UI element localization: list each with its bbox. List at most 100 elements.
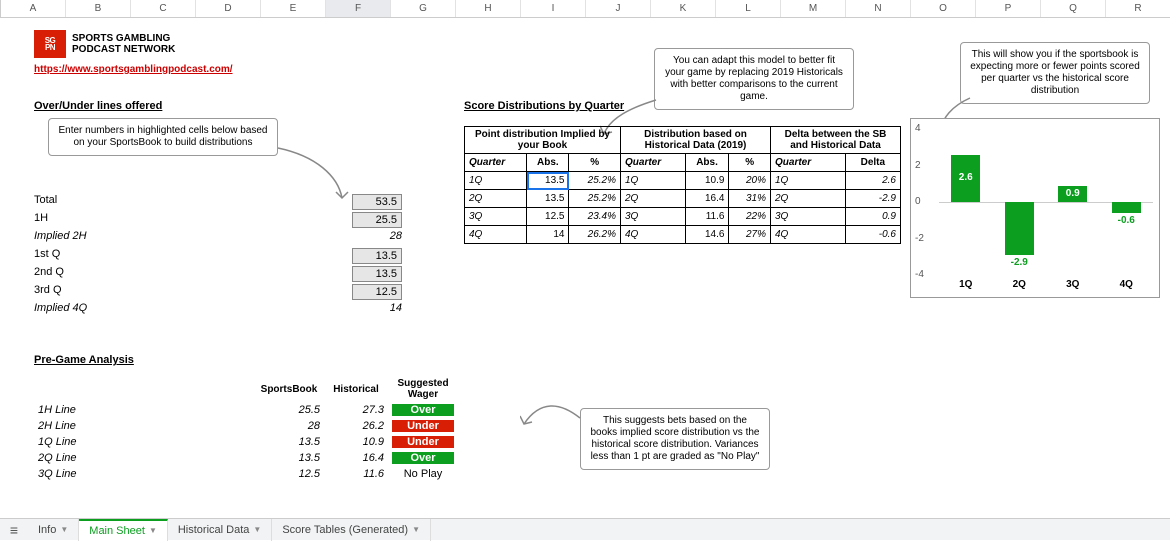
- col-abs-2: Abs.: [685, 154, 729, 172]
- x-category: 1Q: [939, 279, 993, 290]
- y-tick: 2: [915, 160, 921, 171]
- input-label: Implied 2H: [34, 230, 87, 242]
- pregame-row[interactable]: 1H Line25.527.3Over: [34, 402, 458, 418]
- input-cell[interactable]: 13.5: [352, 248, 402, 264]
- menu-icon[interactable]: ≡: [0, 522, 28, 538]
- brand-logo: SG PN SPORTS GAMBLING PODCAST NETWORK: [34, 30, 175, 58]
- input-cell[interactable]: 25.5: [352, 212, 402, 228]
- y-tick: 0: [915, 196, 921, 207]
- col-header-Q[interactable]: Q: [1041, 0, 1106, 17]
- pregame-row[interactable]: 2Q Line13.516.4Over: [34, 450, 458, 466]
- heading-pregame: Pre-Game Analysis: [34, 354, 134, 366]
- col-header-K[interactable]: K: [651, 0, 716, 17]
- logo-line2: PODCAST NETWORK: [72, 44, 175, 55]
- col-pct-1: %: [569, 154, 621, 172]
- col-header-I[interactable]: I: [521, 0, 586, 17]
- col-quarter-2: Quarter: [621, 154, 686, 172]
- bar-value-label: -2.9: [999, 257, 1040, 268]
- col-header-F[interactable]: F: [326, 0, 391, 17]
- logo-icon: SG PN: [34, 30, 66, 58]
- tab-caret-icon[interactable]: ▼: [253, 525, 261, 534]
- col-header-L[interactable]: L: [716, 0, 781, 17]
- col-delta: Delta: [845, 154, 900, 172]
- sheet-tab[interactable]: Historical Data ▼: [168, 519, 272, 541]
- pregame-row[interactable]: 2H Line2826.2Under: [34, 418, 458, 434]
- input-cell[interactable]: 12.5: [352, 284, 402, 300]
- chart-bar: [1112, 202, 1141, 213]
- dist-header-book: Point distribution Implied by your Book: [465, 127, 621, 154]
- computed-cell: 14: [352, 302, 402, 314]
- site-url-link[interactable]: https://www.sportsgamblingpodcast.com/: [34, 64, 233, 75]
- y-tick: -2: [915, 233, 924, 244]
- chart-bar: [1005, 202, 1034, 255]
- x-category: 4Q: [1100, 279, 1154, 290]
- tab-caret-icon[interactable]: ▼: [149, 526, 157, 535]
- input-label: 3rd Q: [34, 284, 62, 296]
- sheet-tab[interactable]: Score Tables (Generated) ▼: [272, 519, 431, 541]
- arrow-bottom-icon: [520, 394, 584, 434]
- computed-cell: 28: [352, 230, 402, 242]
- dist-row[interactable]: 2Q13.525.2%2Q16.431%2Q-2.9: [465, 190, 901, 208]
- input-label: Total: [34, 194, 57, 206]
- input-label: 2nd Q: [34, 266, 64, 278]
- col-header-R[interactable]: R: [1106, 0, 1170, 17]
- input-label: Implied 4Q: [34, 302, 87, 314]
- dist-row[interactable]: 4Q1426.2%4Q14.627%4Q-0.6: [465, 226, 901, 244]
- bar-value-label: -0.6: [1106, 215, 1147, 226]
- col-header-G[interactable]: G: [391, 0, 456, 17]
- logo-line1: SPORTS GAMBLING: [72, 33, 175, 44]
- col-header-A[interactable]: A: [1, 0, 66, 17]
- note-right: This will show you if the sportsbook is …: [960, 42, 1150, 104]
- pregame-row[interactable]: 3Q Line12.511.6No Play: [34, 466, 458, 482]
- col-header-D[interactable]: D: [196, 0, 261, 17]
- distribution-table[interactable]: Point distribution Implied by your Book …: [464, 126, 901, 244]
- col-header-M[interactable]: M: [781, 0, 846, 17]
- arrow-left-icon: [276, 146, 356, 206]
- y-tick: -4: [915, 269, 924, 280]
- col-header-P[interactable]: P: [976, 0, 1041, 17]
- dist-row[interactable]: 3Q12.523.4%3Q11.622%3Q0.9: [465, 208, 901, 226]
- bar-value-label: 0.9: [1052, 188, 1093, 199]
- dist-header-hist: Distribution based on Historical Data (2…: [621, 127, 771, 154]
- pregame-table[interactable]: SportsBook Historical Suggested Wager 1H…: [34, 376, 458, 482]
- column-header-row: ABCDEFGHIJKLMNOPQR: [0, 0, 1170, 18]
- col-pct-2: %: [729, 154, 771, 172]
- sheet-tab-bar: ≡ Info ▼Main Sheet ▼Historical Data ▼Sco…: [0, 518, 1170, 540]
- col-header-O[interactable]: O: [911, 0, 976, 17]
- pregame-row[interactable]: 1Q Line13.510.9Under: [34, 434, 458, 450]
- col-header-C[interactable]: C: [131, 0, 196, 17]
- logo-text: SPORTS GAMBLING PODCAST NETWORK: [72, 33, 175, 55]
- col-abs-1: Abs.: [527, 154, 569, 172]
- sheet-content: SG PN SPORTS GAMBLING PODCAST NETWORK ht…: [20, 18, 1170, 518]
- sheet-tab[interactable]: Info ▼: [28, 519, 79, 541]
- heading-over-under: Over/Under lines offered: [34, 100, 162, 112]
- col-header-B[interactable]: B: [66, 0, 131, 17]
- col-header-J[interactable]: J: [586, 0, 651, 17]
- pg-col-sportsbook: SportsBook: [254, 376, 324, 402]
- tab-caret-icon[interactable]: ▼: [412, 525, 420, 534]
- note-bottom: This suggests bets based on the books im…: [580, 408, 770, 470]
- dist-header-delta: Delta between the SB and Historical Data: [771, 127, 901, 154]
- input-cell[interactable]: 13.5: [352, 266, 402, 282]
- pg-col-wager: Suggested Wager: [388, 376, 458, 402]
- pg-col-historical: Historical: [324, 376, 388, 402]
- x-category: 3Q: [1046, 279, 1100, 290]
- col-header-H[interactable]: H: [456, 0, 521, 17]
- col-header-E[interactable]: E: [261, 0, 326, 17]
- col-quarter-1: Quarter: [465, 154, 527, 172]
- y-tick: 4: [915, 123, 921, 134]
- input-label: 1H: [34, 212, 48, 224]
- note-top: You can adapt this model to better fit y…: [654, 48, 854, 110]
- input-label: 1st Q: [34, 248, 60, 260]
- col-header-N[interactable]: N: [846, 0, 911, 17]
- col-quarter-3: Quarter: [771, 154, 846, 172]
- delta-bar-chart[interactable]: 420-2-42.61Q-2.92Q0.93Q-0.64Q: [910, 118, 1160, 298]
- note-left: Enter numbers in highlighted cells below…: [48, 118, 278, 156]
- dist-row[interactable]: 1Q13.525.2%1Q10.920%1Q2.6: [465, 172, 901, 190]
- logo-mark-2: PN: [45, 44, 55, 51]
- sheet-tab[interactable]: Main Sheet ▼: [79, 519, 168, 541]
- distribution-tables: Point distribution Implied by your Book …: [464, 126, 901, 244]
- bar-value-label: 2.6: [945, 172, 986, 183]
- input-cell[interactable]: 53.5: [352, 194, 402, 210]
- tab-caret-icon[interactable]: ▼: [60, 525, 68, 534]
